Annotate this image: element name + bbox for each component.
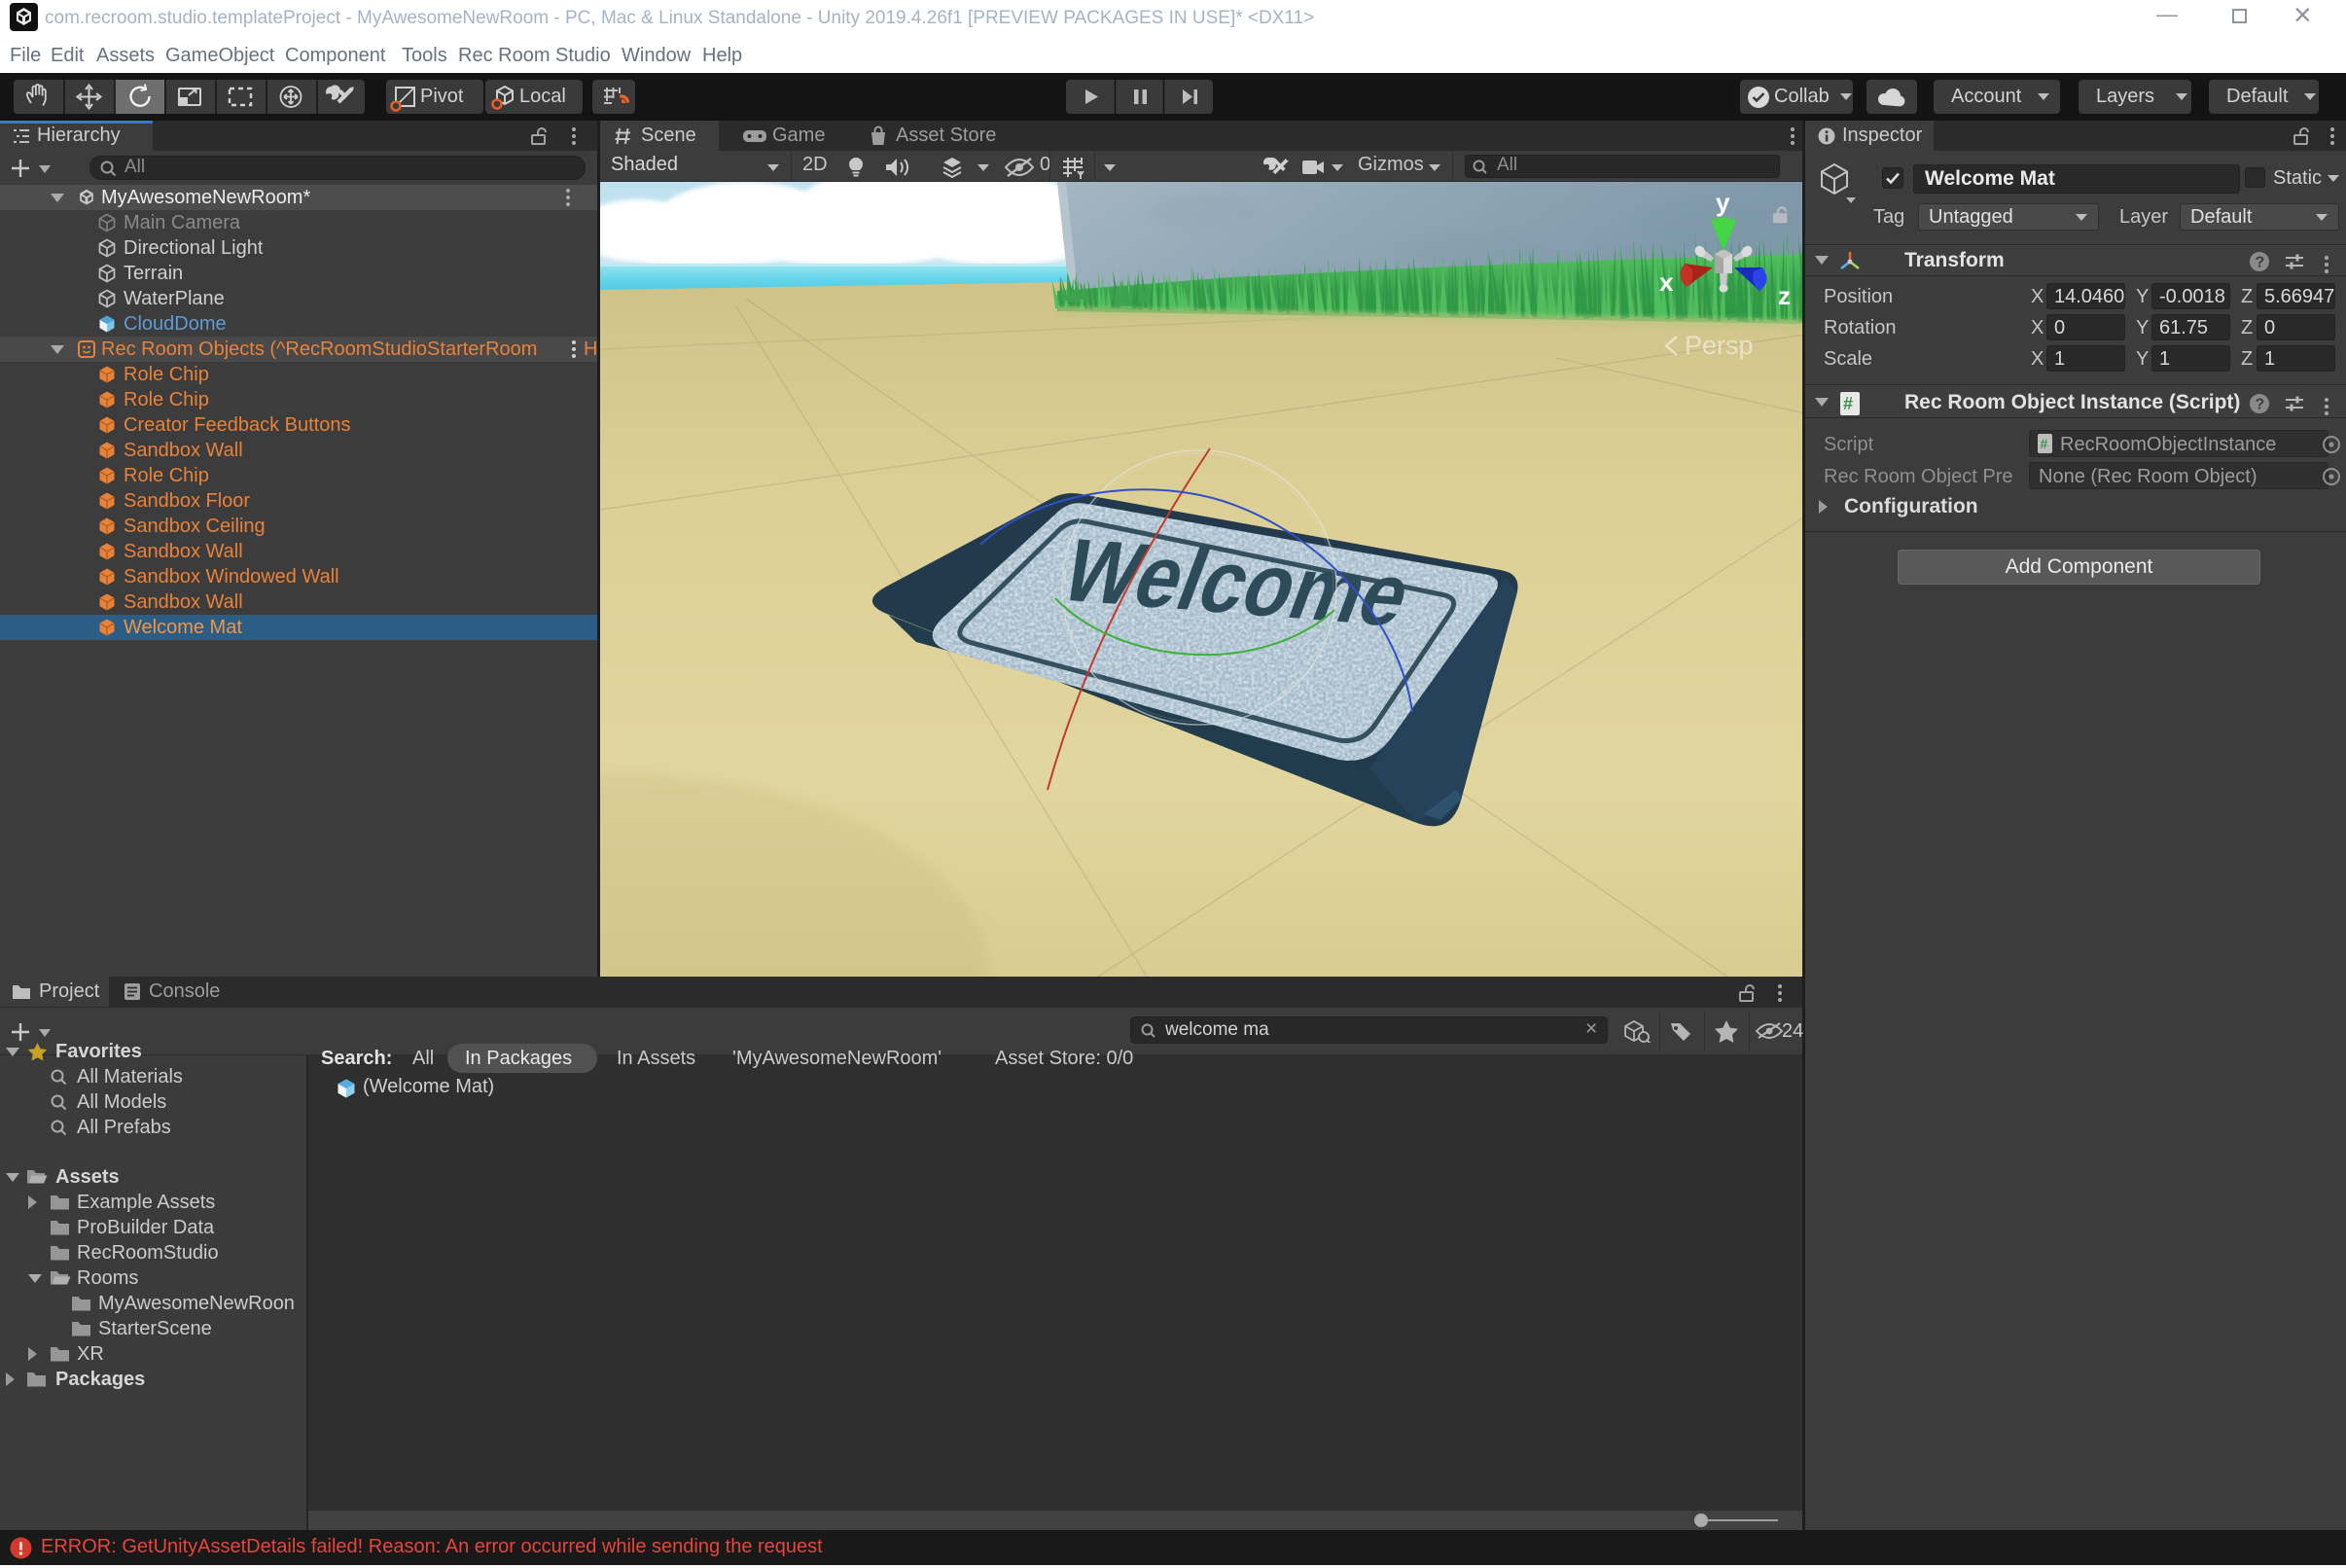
svg-text:#: # [1843, 394, 1853, 413]
svg-text:#: # [2041, 436, 2048, 451]
svg-text:?: ? [2256, 397, 2265, 413]
svg-text:x: x [1659, 267, 1674, 297]
svg-text:z: z [1778, 281, 1791, 310]
svg-text:y: y [1716, 188, 1730, 217]
svg-text:?: ? [2256, 255, 2265, 271]
svg-text:Persp: Persp [1685, 331, 1754, 360]
